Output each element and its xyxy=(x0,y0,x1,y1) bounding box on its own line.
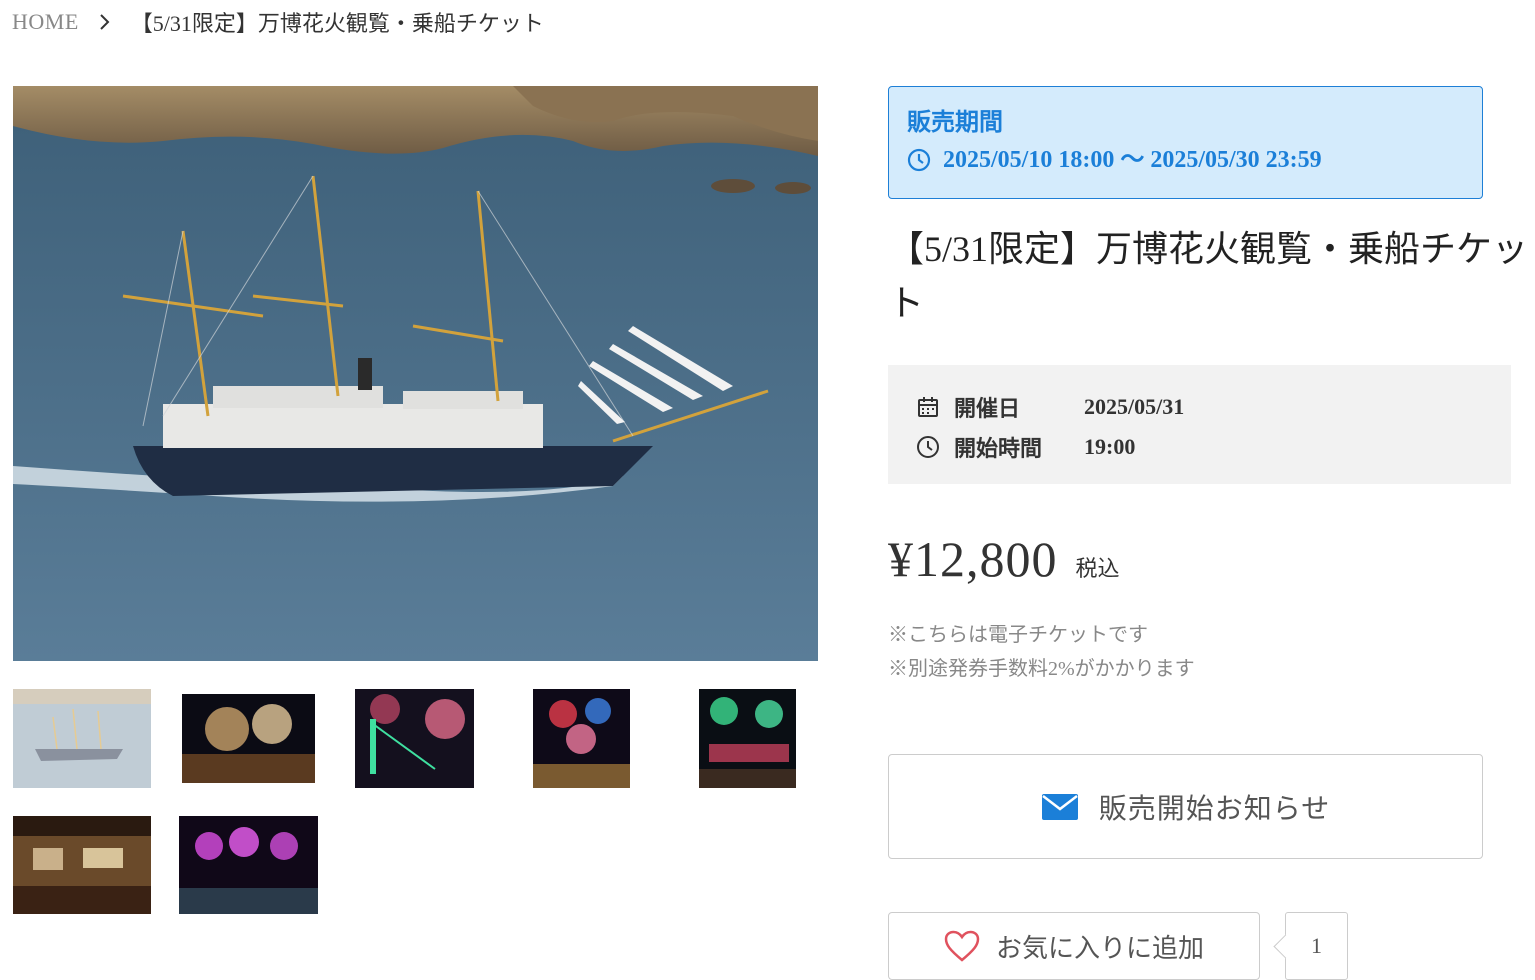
sale-period-box: 販売期間 2025/05/10 18:00 〜 2025/05/30 23:59 xyxy=(888,86,1483,199)
favorite-count: 1 xyxy=(1285,912,1348,980)
mail-icon xyxy=(1041,793,1078,820)
thumbnail-ship-interior[interactable] xyxy=(13,816,151,914)
price-amount: ¥12,800 xyxy=(888,531,1058,587)
sale-start-notify-button[interactable]: 販売開始お知らせ xyxy=(888,754,1483,859)
price: ¥12,800 税込 xyxy=(888,530,1120,588)
note-line-2: ※別途発券手数料2%がかかります xyxy=(888,658,1195,680)
sale-period: 2025/05/10 18:00 〜 2025/05/30 23:59 xyxy=(907,143,1464,177)
favorite-count-value: 1 xyxy=(1311,933,1322,958)
event-info-box: 開催日 2025/05/31 開始時間 19:00 xyxy=(888,365,1511,484)
event-time-value: 19:00 xyxy=(1084,434,1136,459)
clock-icon xyxy=(917,436,939,458)
event-time-row: 開始時間 19:00 xyxy=(916,427,1483,467)
thumbnail-ship[interactable] xyxy=(13,689,151,788)
breadcrumb-home-link[interactable]: HOME xyxy=(12,9,79,35)
thumbnail-fireworks-gold[interactable] xyxy=(182,694,315,783)
event-date-value: 2025/05/31 xyxy=(1084,394,1185,419)
breadcrumb: HOME 【5/31限定】万博花火観覧・乗船チケット xyxy=(12,8,544,36)
notify-label: 販売開始お知らせ xyxy=(1098,793,1331,825)
favorite-label: お気に入りに追加 xyxy=(995,932,1204,963)
add-favorite-button[interactable]: お気に入りに追加 xyxy=(888,912,1260,980)
thumbnail-fireworks-colorful[interactable] xyxy=(533,689,630,788)
breadcrumb-current: 【5/31限定】万博花火観覧・乗船チケット xyxy=(130,11,544,36)
event-date-row: 開催日 2025/05/31 xyxy=(916,387,1483,427)
price-tax-label: 税込 xyxy=(1075,556,1120,581)
thumbnail-fireworks-pink[interactable] xyxy=(179,816,318,914)
thumbnail-fireworks-green-red[interactable] xyxy=(699,689,796,788)
note-line-1: ※こちらは電子チケットです xyxy=(888,624,1148,646)
heart-icon xyxy=(944,930,980,962)
product-title: 【5/31限定】万博花火観覧・乗船チケット xyxy=(888,229,1529,323)
main-product-image[interactable] xyxy=(13,86,818,661)
event-date-label: 開催日 xyxy=(954,396,1021,421)
event-time-label: 開始時間 xyxy=(954,436,1043,461)
calendar-icon xyxy=(918,397,938,417)
thumbnail-fireworks-bridge[interactable] xyxy=(355,689,474,788)
clock-icon xyxy=(907,148,931,172)
sale-period-label: 販売期間 xyxy=(907,110,1003,136)
chevron-right-icon xyxy=(99,12,113,32)
ticket-notes: ※こちらは電子チケットです ※別途発券手数料2%がかかります xyxy=(888,618,1195,686)
sale-period-value: 2025/05/10 18:00 〜 2025/05/30 23:59 xyxy=(943,147,1322,173)
